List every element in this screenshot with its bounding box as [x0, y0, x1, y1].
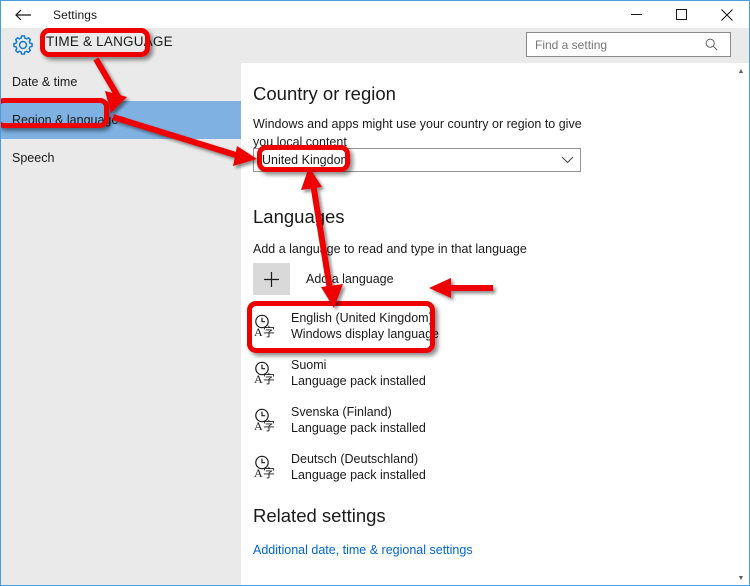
language-icon: A 字	[253, 360, 287, 386]
page-title: TIME & LANGUAGE	[46, 34, 173, 49]
language-list-item-english[interactable]: A 字 English (United Kingdom) Windows dis…	[253, 305, 583, 347]
minimize-icon	[631, 14, 642, 15]
country-section-title: Country or region	[253, 83, 396, 104]
language-list-item-suomi[interactable]: A 字 Suomi Language pack installed	[253, 352, 583, 394]
gear-icon	[13, 35, 33, 55]
search-box[interactable]	[526, 32, 731, 57]
language-icon: A 字	[253, 313, 287, 339]
sidebar-item-label: Region & language	[12, 113, 119, 127]
sidebar-item-label: Speech	[12, 151, 55, 165]
add-language-button[interactable]: Add a language	[253, 263, 394, 295]
svg-text:字: 字	[263, 324, 275, 339]
language-list-item-svenska[interactable]: A 字 Svenska (Finland) Language pack inst…	[253, 399, 583, 441]
svg-text:字: 字	[263, 371, 275, 386]
close-icon	[720, 8, 733, 21]
language-icon: A 字	[253, 407, 287, 433]
plus-icon	[253, 263, 290, 295]
svg-text:A: A	[254, 466, 263, 480]
title-bar: Settings	[1, 1, 749, 28]
language-list-item-deutsch[interactable]: A 字 Deutsch (Deutschland) Language pack …	[253, 446, 583, 488]
language-item-name: Suomi	[291, 358, 327, 372]
language-item-status: Language pack installed	[291, 374, 426, 388]
add-language-label: Add a language	[306, 272, 394, 286]
content-pane: Country or region Windows and apps might…	[242, 63, 749, 585]
related-settings-title: Related settings	[253, 505, 386, 526]
language-item-status: Language pack installed	[291, 468, 426, 482]
language-item-status: Windows display language	[291, 327, 440, 341]
sidebar: Date & time Region & language Speech	[1, 63, 241, 585]
language-item-name: Svenska (Finland)	[291, 405, 392, 419]
search-icon	[699, 38, 723, 51]
scroll-down-icon[interactable]: ▼	[733, 570, 749, 585]
maximize-icon	[676, 9, 687, 20]
scroll-up-icon[interactable]: ▲	[733, 63, 749, 79]
svg-text:A: A	[254, 419, 263, 433]
country-select[interactable]: United Kingdom	[253, 148, 581, 172]
language-list: A 字 English (United Kingdom) Windows dis…	[253, 305, 583, 493]
back-button[interactable]	[1, 1, 45, 28]
language-item-name: Deutsch (Deutschland)	[291, 452, 419, 466]
languages-section-description: Add a language to read and type in that …	[253, 242, 527, 256]
sidebar-item-region-language[interactable]: Region & language	[1, 101, 241, 139]
window-title: Settings	[53, 7, 98, 22]
language-icon: A 字	[253, 454, 287, 480]
svg-text:字: 字	[263, 465, 275, 480]
search-input[interactable]	[527, 33, 699, 56]
language-item-text: English (United Kingdom) Windows display…	[291, 310, 439, 342]
additional-regional-settings-link[interactable]: Additional date, time & regional setting…	[253, 543, 473, 557]
svg-text:A: A	[254, 372, 263, 386]
svg-text:字: 字	[263, 418, 275, 433]
language-item-text: Deutsch (Deutschland) Language pack inst…	[291, 451, 426, 483]
sidebar-item-date-time[interactable]: Date & time	[1, 63, 241, 101]
language-item-text: Suomi Language pack installed	[291, 357, 426, 389]
window-controls	[614, 1, 749, 28]
country-section-description: Windows and apps might use your country …	[253, 117, 582, 149]
back-arrow-icon	[15, 9, 31, 20]
maximize-button[interactable]	[659, 1, 704, 28]
vertical-scrollbar[interactable]: ▲ ▼	[733, 63, 749, 585]
country-select-value: United Kingdom	[262, 153, 351, 167]
settings-window: Settings TIME & LANGUAGE Find a setting …	[0, 0, 750, 586]
chevron-down-icon	[554, 156, 580, 164]
language-item-name: English (United Kingdom)	[291, 311, 433, 325]
close-button[interactable]	[704, 1, 749, 28]
svg-text:A: A	[254, 325, 263, 339]
languages-section-title: Languages	[253, 206, 345, 227]
sidebar-item-speech[interactable]: Speech	[1, 139, 241, 177]
minimize-button[interactable]	[614, 1, 659, 28]
language-item-status: Language pack installed	[291, 421, 426, 435]
language-item-text: Svenska (Finland) Language pack installe…	[291, 404, 426, 436]
sidebar-item-label: Date & time	[12, 75, 78, 89]
